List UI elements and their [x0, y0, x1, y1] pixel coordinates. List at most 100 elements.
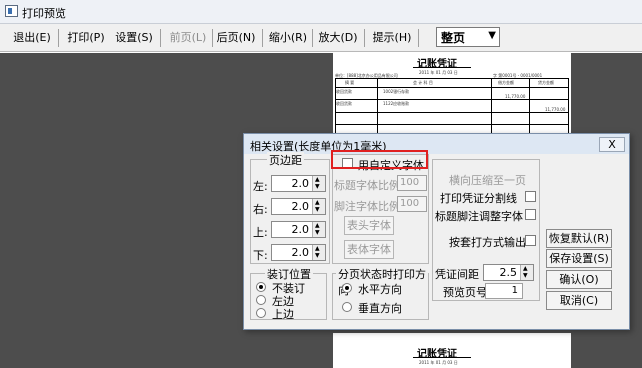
window-title: 打印预览 — [22, 7, 66, 20]
row1-account: 1002银行存款 — [383, 89, 410, 94]
preview-page-input[interactable]: 1 — [485, 283, 523, 299]
right-margin-label: 右: — [253, 203, 268, 216]
voucher-spacing-value: 2.5 — [499, 266, 518, 279]
spin-arrows-icon[interactable]: ▲ ▼ — [520, 265, 533, 280]
font-group: 用自定义字体 标题字体比例 100 脚注字体比例 100 表头字体 表体字体 — [332, 154, 429, 264]
table-line — [568, 78, 569, 133]
exit-button[interactable]: 退出(E) — [12, 28, 52, 48]
top-margin-value: 2.0 — [291, 223, 310, 236]
body-font-button[interactable]: 表体字体 — [344, 240, 394, 259]
toolbar: 退出(E) 打印(P) 设置(S) 前页(L) 后页(N) 缩小(R) 放大(D… — [0, 24, 642, 52]
title-foot-adjust-checkbox[interactable] — [525, 209, 536, 220]
toolbar-separator — [312, 29, 313, 47]
table-line — [335, 87, 569, 88]
header-font-button[interactable]: 表头字体 — [344, 216, 394, 235]
toolbar-separator — [160, 29, 161, 47]
save-settings-button[interactable]: 保存设置(S) — [546, 249, 612, 268]
bind-top-radio[interactable] — [256, 308, 266, 318]
bottom-margin-stepper[interactable]: 2.0 ▲ ▼ — [271, 244, 326, 261]
chevron-down-icon: ▼ — [488, 30, 496, 41]
restore-default-button[interactable]: 恢复默认(R) — [546, 229, 612, 248]
bind-none-radio[interactable] — [256, 282, 266, 292]
preview-page-label: 预览页号 — [443, 286, 487, 299]
settings-dialog: 相关设置(长度单位为1毫米) X 页边距 左: 2.0 ▲ ▼ 右: 2.0 ▲ ▼… — [243, 133, 630, 330]
dir-horizontal-label: 水平方向 — [358, 283, 402, 296]
table-header-account: 会 计 科 目 — [413, 80, 433, 85]
window-titlebar: 打印预览 — [0, 0, 642, 24]
table-line — [335, 78, 569, 79]
title-underline — [413, 67, 471, 68]
voucher-spacing-stepper[interactable]: 2.5 ▲ ▼ — [483, 264, 534, 281]
bind-left-radio[interactable] — [256, 295, 266, 305]
foot-font-ratio-label: 脚注字体比例 — [334, 200, 400, 213]
row2-account: 1122应收账款 — [383, 101, 410, 106]
bottom-margin-value: 2.0 — [291, 246, 310, 259]
row1-abstract: 收回货款 — [336, 89, 352, 94]
table-header-debit: 借方金额 — [498, 80, 514, 85]
dir-horizontal-radio[interactable] — [342, 283, 352, 293]
print-voucher-split-checkbox[interactable] — [525, 191, 536, 202]
top-margin-stepper[interactable]: 2.0 ▲ ▼ — [271, 221, 326, 238]
left-margin-stepper[interactable]: 2.0 ▲ ▼ — [271, 175, 326, 192]
toolbar-separator — [58, 29, 59, 47]
window-icon — [5, 5, 18, 17]
set-print-output-label: 按套打方式输出 — [449, 236, 526, 249]
voucher-spacing-label: 凭证间距 — [435, 268, 479, 281]
preview-page: 记账凭证 2011 年 01 月 03 日 单位：[888]北京办公用品有限公司… — [333, 53, 571, 133]
zoom-select-value: 整页 — [441, 31, 466, 45]
zoom-select[interactable]: 整页 ▼ — [436, 27, 500, 47]
zoom-in-button[interactable]: 放大(D) — [318, 28, 358, 48]
print-button[interactable]: 打印(P) — [66, 28, 106, 48]
left-margin-value: 2.0 — [291, 177, 310, 190]
top-margin-label: 上: — [253, 226, 268, 239]
prev-page-button[interactable]: 前页(L) — [168, 28, 208, 48]
spin-arrows-icon[interactable]: ▲ ▼ — [312, 199, 325, 214]
options-group: 横向压缩至一页 打印凭证分割线 标题脚注调整字体 按套打方式输出 凭证间距 2.… — [432, 159, 540, 301]
title-underline — [413, 357, 471, 358]
confirm-button[interactable]: 确认(O) — [546, 270, 612, 289]
table-line — [335, 99, 569, 100]
table-line — [377, 78, 378, 133]
settings-button[interactable]: 设置(S) — [114, 28, 154, 48]
title-font-ratio-label: 标题字体比例 — [334, 179, 400, 192]
table-header-abstract: 摘 要 — [345, 80, 355, 85]
bind-top-label: 上边 — [272, 308, 294, 321]
toolbar-separator — [364, 29, 365, 47]
table-line — [491, 78, 492, 133]
doc-date: 2011 年 01 月 03 日 — [419, 70, 458, 75]
table-line — [335, 112, 569, 113]
dir-vertical-radio[interactable] — [342, 302, 352, 312]
title-font-ratio-input[interactable]: 100 — [397, 175, 427, 191]
right-margin-value: 2.0 — [291, 200, 310, 213]
toolbar-separator — [212, 29, 213, 47]
bottom-margin-label: 下: — [253, 249, 268, 262]
table-line — [335, 124, 569, 125]
table-header-credit: 贷方金额 — [538, 80, 554, 85]
toolbar-separator — [418, 29, 419, 47]
dir-vertical-label: 垂直方向 — [358, 302, 402, 315]
cancel-button[interactable]: 取消(C) — [546, 291, 612, 310]
foot-font-ratio-input[interactable]: 100 — [397, 196, 427, 212]
compress-landscape-label: 横向压缩至一页 — [449, 174, 526, 187]
hint-button[interactable]: 提示(H) — [372, 28, 412, 48]
highlight-box — [331, 150, 428, 169]
print-voucher-split-label: 打印凭证分割线 — [440, 192, 517, 205]
margin-group: 页边距 左: 2.0 ▲ ▼ 右: 2.0 ▲ ▼ 上: 2.0 ▲ ▼ 下: 2.0… — [250, 152, 330, 264]
zoom-out-button[interactable]: 缩小(R) — [268, 28, 308, 48]
spin-arrows-icon[interactable]: ▲ ▼ — [312, 176, 325, 191]
preview-page-2: 记账凭证 2011 年 01 月 03 日 — [333, 333, 571, 368]
doc-date-2: 2011 年 01 月 03 日 — [419, 360, 458, 365]
toolbar-separator — [262, 29, 263, 47]
right-margin-stepper[interactable]: 2.0 ▲ ▼ — [271, 198, 326, 215]
left-margin-label: 左: — [253, 180, 268, 193]
spin-arrows-icon[interactable]: ▲ ▼ — [312, 222, 325, 237]
close-icon[interactable]: X — [599, 137, 625, 152]
next-page-button[interactable]: 后页(N) — [216, 28, 256, 48]
direction-group: 分页状态时打印方向 水平方向 垂直方向 — [332, 266, 429, 320]
spin-arrows-icon[interactable]: ▲ ▼ — [312, 245, 325, 260]
table-line — [529, 78, 530, 133]
title-foot-adjust-label: 标题脚注调整字体 — [435, 210, 523, 223]
set-print-output-checkbox[interactable] — [525, 235, 536, 246]
row2-abstract: 收回货款 — [336, 101, 352, 106]
dialog-titlebar: 相关设置(长度单位为1毫米) X — [244, 134, 629, 154]
